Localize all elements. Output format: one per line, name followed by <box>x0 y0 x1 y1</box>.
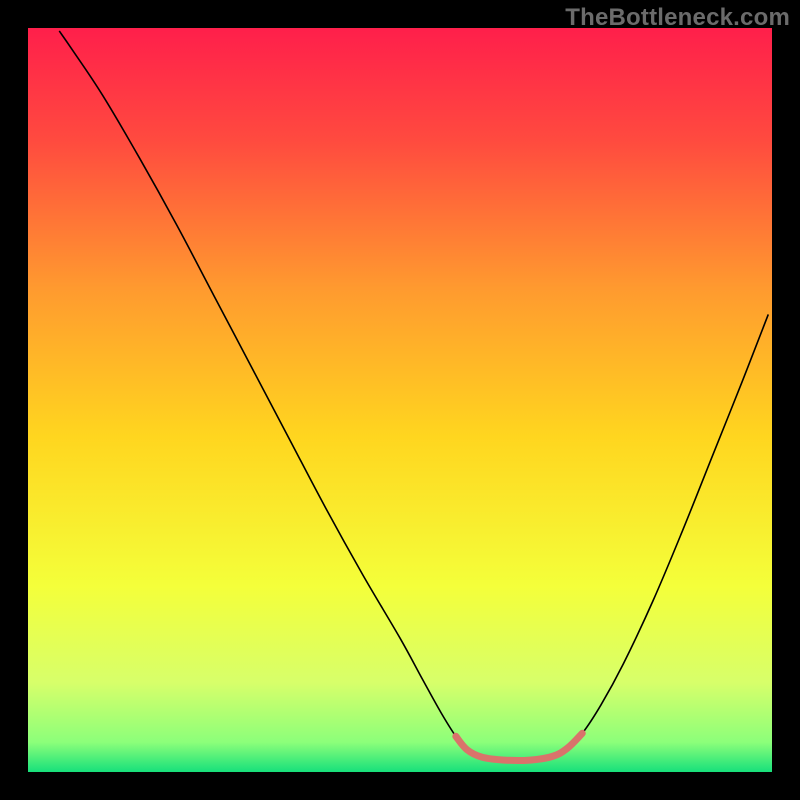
chart-svg <box>28 28 772 772</box>
watermark-text: TheBottleneck.com <box>565 4 790 32</box>
chart-background <box>28 28 772 772</box>
chart-frame: TheBottleneck.com <box>0 0 800 800</box>
chart-plot-area <box>28 28 772 772</box>
